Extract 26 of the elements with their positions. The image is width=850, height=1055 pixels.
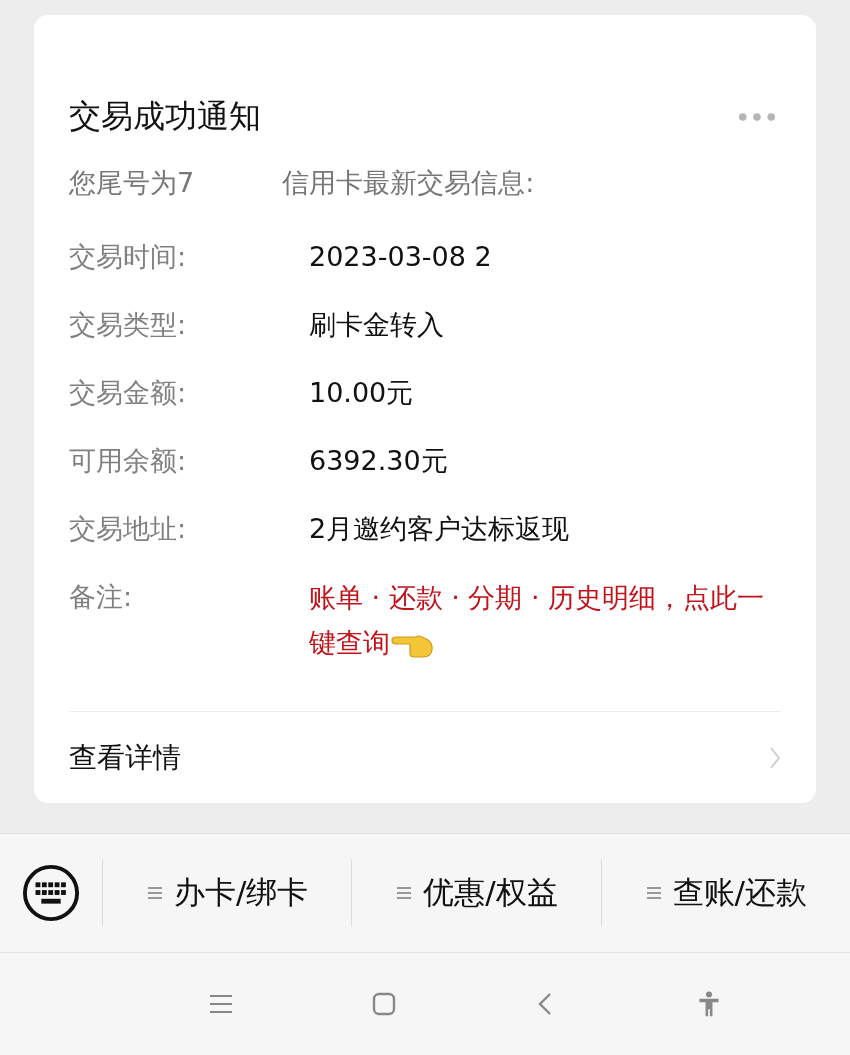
more-icon[interactable] (738, 112, 776, 122)
field-label: 可用余额: (69, 444, 188, 478)
intro-text: 您尾号为7 (69, 166, 195, 200)
menu-item[interactable]: 查账/还款 (601, 872, 850, 914)
field-value: 2月邀约客户达标返现 (309, 512, 570, 546)
field-label: 交易地址: (69, 512, 188, 546)
field-label: 交易金额: (69, 376, 188, 410)
field-label: 交易类型: (69, 308, 188, 342)
remark-link[interactable]: 账单 · 还款 · 分期 · 历史明细，点此一键查询 (309, 575, 769, 665)
card-title: 交易成功通知 (69, 96, 261, 137)
field-value: 10.00元 (309, 376, 414, 410)
field-label: 备注: (69, 580, 134, 614)
menu-item[interactable]: 优惠/权益 (352, 872, 601, 914)
menu-icon (395, 885, 414, 901)
menu-icon (145, 885, 164, 901)
menu-item[interactable]: 办卡/绑卡 (103, 872, 352, 914)
keyboard-icon[interactable] (22, 864, 80, 922)
view-details-link[interactable]: 查看详情 (69, 738, 181, 777)
field-value: 刷卡金转入 (309, 308, 444, 342)
home-button-icon[interactable] (371, 991, 396, 1017)
field-value: 2023-03-08 2 (309, 240, 492, 274)
accessibility-icon[interactable] (696, 991, 721, 1017)
field-label: 交易时间: (69, 240, 188, 274)
field-value: 6392.30元 (309, 444, 448, 478)
intro-text: 信用卡最新交易信息: (282, 166, 535, 200)
menu-icon (644, 885, 663, 901)
